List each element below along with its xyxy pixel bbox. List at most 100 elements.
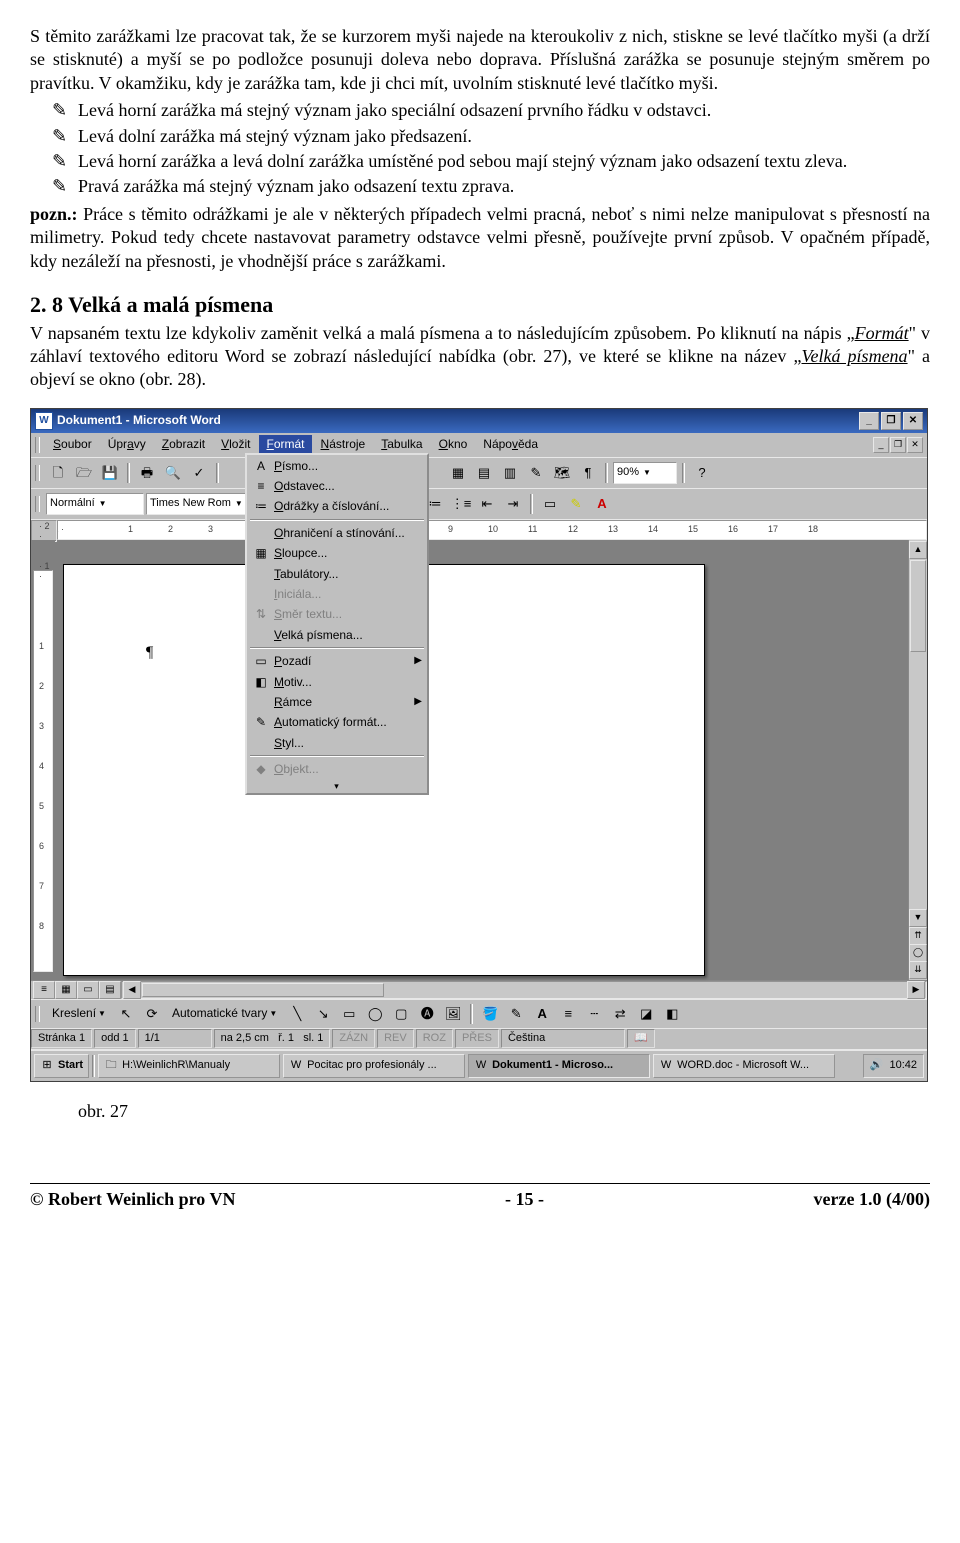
- draw-menu[interactable]: Kreslení▼: [46, 1004, 112, 1022]
- open-icon[interactable]: 🗁: [72, 461, 96, 485]
- web-view-icon[interactable]: ▦: [55, 981, 77, 999]
- preview-icon[interactable]: 🔍: [161, 461, 185, 485]
- oval-icon[interactable]: ◯: [363, 1002, 387, 1026]
- mdi-close[interactable]: ✕: [907, 437, 923, 453]
- dash-style-icon[interactable]: ┄: [582, 1002, 606, 1026]
- wordart-icon[interactable]: 🅐: [415, 1002, 439, 1026]
- scroll-left-icon[interactable]: ◀: [123, 981, 141, 999]
- arrow-style-icon[interactable]: ⇄: [608, 1002, 632, 1026]
- excel-icon[interactable]: ▤: [472, 461, 496, 485]
- mdi-minimize[interactable]: _: [873, 437, 889, 453]
- spellcheck-icon[interactable]: ✓: [187, 461, 211, 485]
- dd-expand[interactable]: ▾: [248, 780, 426, 793]
- dd-item-odstavec-[interactable]: ≡Odstavec...: [248, 476, 426, 496]
- borders-icon[interactable]: ▭: [538, 492, 562, 516]
- menubar-handle[interactable]: [35, 437, 40, 453]
- scroll-thumb-v[interactable]: [910, 560, 926, 652]
- scroll-up-icon[interactable]: ▲: [909, 541, 927, 559]
- line-style-icon[interactable]: ≡: [556, 1002, 580, 1026]
- line-color-icon[interactable]: ✎: [504, 1002, 528, 1026]
- menu-format[interactable]: Formát: [259, 435, 311, 453]
- status-book-icon[interactable]: 📖: [627, 1029, 655, 1048]
- shadow-icon[interactable]: ◪: [634, 1002, 658, 1026]
- next-page-icon[interactable]: ⇊: [909, 961, 927, 979]
- mdi-restore[interactable]: ❐: [890, 437, 906, 453]
- print-icon[interactable]: 🖶: [135, 461, 159, 485]
- save-icon[interactable]: 💾: [98, 461, 122, 485]
- vertical-ruler[interactable]: · 2 ·· 1 ·12345678: [31, 540, 55, 980]
- dd-item-p-smo-[interactable]: APísmo...: [248, 456, 426, 476]
- arrow-icon[interactable]: ↘: [311, 1002, 335, 1026]
- autoshapes-menu[interactable]: Automatické tvary▼: [166, 1004, 283, 1022]
- taskbar-item[interactable]: 🗀H:\WeinlichR\Manualy: [98, 1054, 280, 1078]
- select-arrow-icon[interactable]: ↖: [114, 1002, 138, 1026]
- prev-page-icon[interactable]: ⇈: [909, 927, 927, 945]
- horizontal-ruler[interactable]: · 2 ·· 1 ·123456789101112131415161718: [57, 520, 927, 540]
- outdent-icon[interactable]: ⇤: [475, 492, 499, 516]
- line-icon[interactable]: ╲: [285, 1002, 309, 1026]
- dd-item-sloupce-[interactable]: ▦Sloupce...: [248, 543, 426, 563]
- highlight-icon[interactable]: ✎: [564, 492, 588, 516]
- rotate-icon[interactable]: ⟳: [140, 1002, 164, 1026]
- taskbar-item[interactable]: WWORD.doc - Microsoft W...: [653, 1054, 835, 1078]
- docmap-icon[interactable]: 🗺: [550, 461, 574, 485]
- close-button[interactable]: ✕: [903, 412, 923, 430]
- normal-view-icon[interactable]: ≡: [33, 981, 55, 999]
- menu-zobrazit[interactable]: Zobrazit: [155, 435, 212, 453]
- dd-item-ohrani-en-a-st-nov-n-[interactable]: Ohraničení a stínování...: [248, 523, 426, 543]
- toolbar-handle-3[interactable]: [35, 1006, 40, 1022]
- status-rev[interactable]: REV: [377, 1029, 414, 1048]
- menu-okno[interactable]: Okno: [432, 435, 475, 453]
- rect-icon[interactable]: ▭: [337, 1002, 361, 1026]
- scroll-right-icon[interactable]: ▶: [907, 981, 925, 999]
- vertical-scrollbar[interactable]: ▲ ▼ ⇈ ◯ ⇊: [908, 540, 927, 980]
- new-doc-icon[interactable]: 🗋: [46, 461, 70, 485]
- 3d-icon[interactable]: ◧: [660, 1002, 684, 1026]
- dd-item-pozad-[interactable]: ▭Pozadí▶: [248, 651, 426, 671]
- outline-view-icon[interactable]: ▤: [99, 981, 121, 999]
- menu-vlozit[interactable]: Vložit: [214, 435, 257, 453]
- toolbar-handle-1[interactable]: [35, 465, 40, 481]
- drawing-icon[interactable]: ✎: [524, 461, 548, 485]
- status-zazn[interactable]: ZÁZN: [332, 1029, 375, 1048]
- columns-icon[interactable]: ▥: [498, 461, 522, 485]
- style-combo[interactable]: Normální▼: [46, 493, 144, 515]
- taskbar-item[interactable]: WDokument1 - Microso...: [468, 1054, 650, 1078]
- textbox-icon[interactable]: ▢: [389, 1002, 413, 1026]
- scroll-thumb-h[interactable]: [142, 983, 384, 997]
- menu-nastroje[interactable]: Nástroje: [314, 435, 373, 453]
- zoom-combo[interactable]: 90%▼: [613, 462, 677, 484]
- status-pres[interactable]: PŘES: [455, 1029, 499, 1048]
- pilcrow-icon[interactable]: ¶: [576, 461, 600, 485]
- dd-item-motiv-[interactable]: ◧Motiv...: [248, 672, 426, 692]
- dd-item-r-mce[interactable]: Rámce▶: [248, 692, 426, 712]
- system-tray[interactable]: 🔊 10:42: [863, 1054, 924, 1078]
- volume-icon[interactable]: 🔊: [870, 1059, 884, 1072]
- clipart-icon[interactable]: 🖼: [441, 1002, 465, 1026]
- font-color-icon[interactable]: A: [590, 492, 614, 516]
- start-button[interactable]: ⊞ Start: [34, 1054, 89, 1078]
- help-icon[interactable]: ?: [690, 461, 714, 485]
- scroll-down-icon[interactable]: ▼: [909, 909, 927, 927]
- dd-item-odr-ky-a-slov-n-[interactable]: ≔Odrážky a číslování...: [248, 496, 426, 516]
- browse-object-icon[interactable]: ◯: [909, 944, 927, 962]
- print-view-icon[interactable]: ▭: [77, 981, 99, 999]
- menu-soubor[interactable]: Soubor: [46, 435, 99, 453]
- maximize-button[interactable]: ❐: [881, 412, 901, 430]
- toolbar-handle-2[interactable]: [35, 496, 40, 512]
- status-lang[interactable]: Čeština: [501, 1029, 625, 1048]
- dd-item-automatick-form-t-[interactable]: ✎Automatický formát...: [248, 712, 426, 732]
- menu-napoveda[interactable]: Nápověda: [476, 435, 545, 453]
- dd-item-tabul-tory-[interactable]: Tabulátory...: [248, 564, 426, 584]
- font-color2-icon[interactable]: A: [530, 1002, 554, 1026]
- menu-upravy[interactable]: Úpravy: [101, 435, 153, 453]
- bullet-list-icon[interactable]: ⋮≡: [449, 492, 473, 516]
- taskbar-item[interactable]: WPocitac pro profesionály ...: [283, 1054, 465, 1078]
- fill-color-icon[interactable]: 🪣: [478, 1002, 502, 1026]
- horizontal-scrollbar[interactable]: ◀ ▶: [121, 981, 927, 999]
- status-roz[interactable]: ROZ: [416, 1029, 453, 1048]
- dd-item-velk-p-smena-[interactable]: Velká písmena...: [248, 625, 426, 645]
- dd-item-styl-[interactable]: Styl...: [248, 733, 426, 753]
- menu-tabulka[interactable]: Tabulka: [374, 435, 429, 453]
- indent-icon[interactable]: ⇥: [501, 492, 525, 516]
